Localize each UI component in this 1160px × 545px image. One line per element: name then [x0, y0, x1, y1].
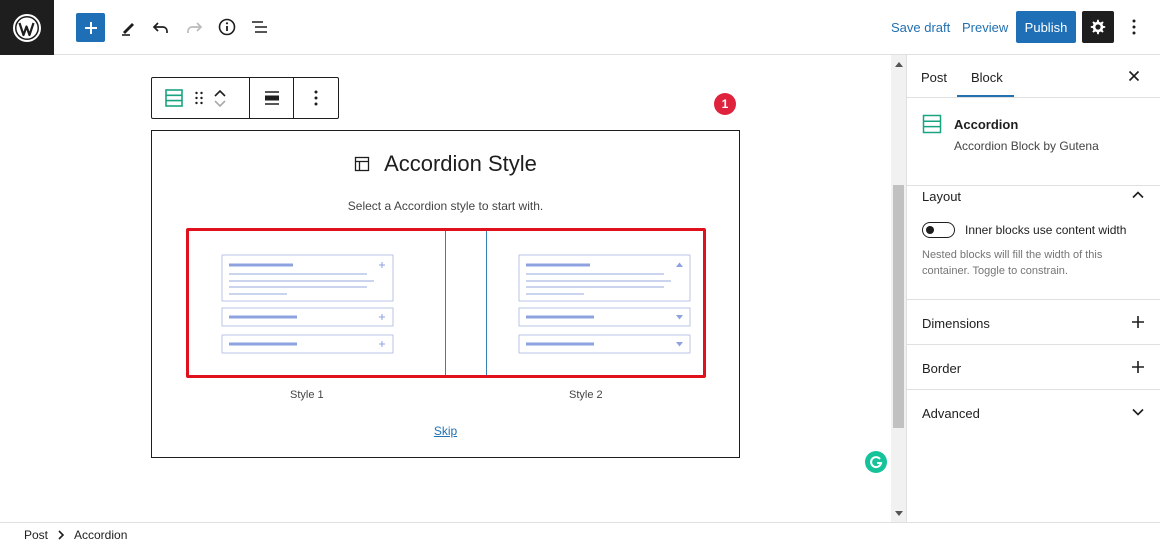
options-button[interactable]: [1124, 13, 1144, 41]
grammarly-icon: [870, 456, 883, 469]
grammarly-button[interactable]: [865, 451, 887, 473]
style-2-preview: [518, 254, 691, 354]
style-2-option[interactable]: [486, 231, 703, 375]
add-block-button[interactable]: [76, 13, 105, 42]
scroll-up-arrow[interactable]: [894, 60, 903, 69]
notification-badge[interactable]: 1: [714, 93, 736, 115]
block-type-group: [152, 78, 250, 118]
layout-help-text: Nested blocks will fill the width of thi…: [922, 249, 1103, 277]
pencil-icon: [122, 23, 134, 36]
undo-icon: [152, 22, 168, 33]
tools-button[interactable]: [113, 12, 143, 42]
style-1-option[interactable]: [189, 231, 446, 375]
plus-icon[interactable]: [1130, 359, 1146, 375]
preview-button[interactable]: Preview: [962, 20, 1008, 35]
placeholder-title: Accordion Style: [384, 151, 537, 176]
placeholder-instructions: Select a Accordion style to start with.: [347, 199, 544, 213]
gear-icon: [1090, 19, 1106, 35]
kebab-icon[interactable]: [314, 90, 318, 106]
align-group: [250, 78, 294, 118]
placeholder-header: Accordion Style: [152, 151, 739, 177]
style-1-preview: [221, 254, 394, 354]
breadcrumb-post[interactable]: Post: [24, 528, 48, 542]
move-up-icon[interactable]: [214, 89, 226, 97]
wordpress-logo[interactable]: [0, 0, 54, 55]
redo-button[interactable]: [179, 12, 209, 42]
list-view-icon: [252, 21, 267, 33]
undo-button[interactable]: [146, 12, 176, 42]
wordpress-icon: [13, 13, 41, 42]
chevron-down-icon[interactable]: [1130, 404, 1146, 420]
scroll-thumb[interactable]: [893, 185, 904, 428]
chevron-up-icon[interactable]: [1130, 187, 1146, 203]
border-panel[interactable]: Border: [907, 345, 1160, 390]
plus-icon[interactable]: [1130, 314, 1146, 330]
advanced-panel[interactable]: Advanced: [907, 390, 1160, 435]
style-1-label: Style 1: [290, 389, 324, 401]
breadcrumb: Post Accordion: [0, 522, 1160, 545]
active-tab-indicator: [957, 95, 1014, 97]
dimensions-panel-title: Dimensions: [922, 316, 990, 331]
move-down-icon[interactable]: [214, 99, 226, 108]
accordion-block-icon[interactable]: [164, 88, 184, 108]
plus-icon: [84, 21, 97, 34]
publish-button[interactable]: Publish: [1016, 11, 1076, 43]
block-name: Accordion: [954, 117, 1019, 132]
drag-handle-icon[interactable]: [194, 91, 204, 105]
accordion-placeholder: Accordion Style Select a Accordion style…: [151, 130, 740, 458]
advanced-panel-title: Advanced: [922, 406, 980, 421]
tab-block[interactable]: Block: [971, 70, 1003, 85]
breadcrumb-accordion[interactable]: Accordion: [74, 528, 127, 542]
settings-button[interactable]: [1082, 11, 1114, 43]
style-2-label: Style 2: [569, 389, 603, 401]
triangle-down-icon: [894, 511, 903, 516]
border-panel-title: Border: [922, 361, 962, 376]
skip-link: Skip: [152, 424, 739, 438]
align-wide-icon[interactable]: [264, 90, 280, 106]
chevron-right-icon: [58, 530, 65, 540]
layout-panel: Layout Inner blocks use content width Ne…: [907, 186, 1160, 300]
sidebar-tabs: Post Block: [907, 55, 1160, 98]
redo-icon: [187, 22, 203, 33]
editor-canvas: 1 Accordion Style Select a Accordion sty…: [0, 55, 891, 522]
info-icon: [218, 18, 236, 36]
move-buttons: [214, 89, 226, 108]
block-description: Accordion Block by Gutena: [954, 139, 1099, 153]
content-width-toggle[interactable]: [922, 222, 955, 238]
settings-sidebar: Post Block Accordion Accordion Block by …: [906, 55, 1160, 522]
style-options: [186, 228, 706, 378]
list-view-button[interactable]: [245, 12, 275, 42]
editor-header: Save draft Preview Publish: [0, 0, 1160, 55]
layout-icon: [354, 156, 370, 172]
dimensions-panel[interactable]: Dimensions: [907, 300, 1160, 345]
toggle-knob: [926, 226, 934, 234]
triangle-up-icon: [894, 62, 903, 67]
scroll-down-arrow[interactable]: [894, 509, 903, 518]
save-draft-button[interactable]: Save draft: [891, 20, 950, 35]
canvas-scrollbar[interactable]: [891, 55, 906, 522]
accordion-block-icon: [922, 114, 942, 134]
tab-post[interactable]: Post: [921, 70, 947, 85]
block-toolbar: [151, 77, 339, 119]
skip-link-text[interactable]: Skip: [434, 424, 457, 438]
kebab-icon: [1132, 19, 1136, 35]
toggle-label: Inner blocks use content width: [965, 223, 1127, 237]
more-options-group: [294, 78, 338, 118]
layout-panel-heading[interactable]: Layout: [922, 189, 961, 204]
block-card: Accordion Accordion Block by Gutena: [907, 98, 1160, 186]
close-icon[interactable]: [1126, 68, 1142, 84]
details-button[interactable]: [212, 12, 242, 42]
